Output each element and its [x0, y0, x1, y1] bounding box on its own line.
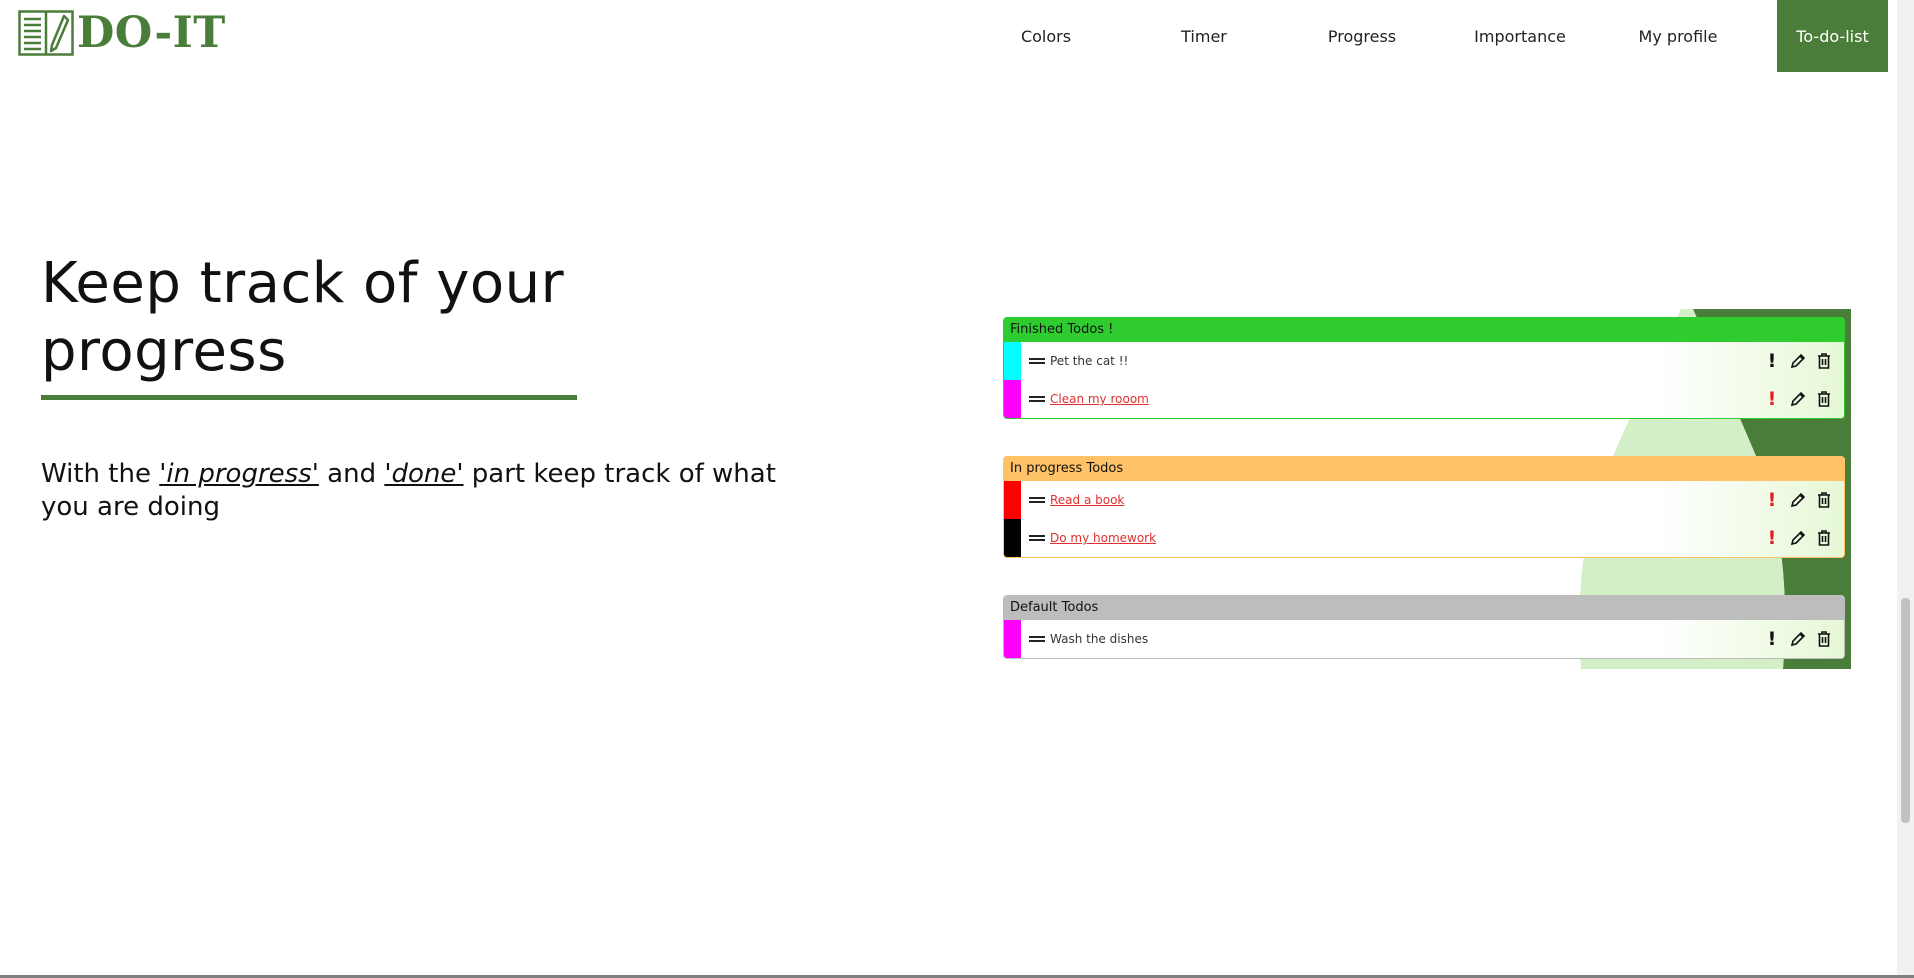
group-title: Finished Todos !	[1004, 318, 1844, 342]
trash-icon[interactable]	[1814, 629, 1834, 649]
group-title: In progress Todos	[1004, 457, 1844, 481]
trash-icon[interactable]	[1814, 528, 1834, 548]
drag-handle-icon[interactable]	[1029, 497, 1045, 503]
todo-text: Wash the dishes	[1050, 632, 1149, 646]
nav-my-profile[interactable]: My profile	[1599, 0, 1757, 72]
nav-importance[interactable]: Importance	[1441, 0, 1599, 72]
desc-in-progress: 'in progress'	[159, 459, 319, 489]
drag-handle-icon[interactable]	[1029, 636, 1045, 642]
trash-icon[interactable]	[1814, 351, 1834, 371]
logo[interactable]: DO-IT	[18, 10, 226, 56]
todo-text[interactable]: Read a book	[1050, 493, 1124, 507]
color-swatch	[1004, 620, 1021, 658]
todo-text: Pet the cat !!	[1050, 354, 1129, 368]
hero-description: With the 'in progress' and 'done' part k…	[41, 458, 781, 524]
color-swatch	[1004, 481, 1021, 519]
nav-timer[interactable]: Timer	[1125, 0, 1283, 72]
exclamation-icon[interactable]: !	[1762, 629, 1782, 649]
trash-icon[interactable]	[1814, 490, 1834, 510]
exclamation-icon[interactable]: !	[1762, 528, 1782, 548]
todo-item[interactable]: Do my homework !	[1004, 519, 1844, 557]
hero-title: Keep track of your progress	[41, 251, 565, 384]
todo-item[interactable]: Wash the dishes !	[1004, 620, 1844, 658]
desc-before: With the	[41, 459, 160, 489]
notebook-pencil-icon	[18, 10, 74, 56]
nav-progress[interactable]: Progress	[1283, 0, 1441, 72]
todo-item[interactable]: Clean my rooom !	[1004, 380, 1844, 418]
brand-name: DO-IT	[77, 8, 226, 58]
nav-to-do-list[interactable]: To-do-list	[1777, 0, 1888, 72]
exclamation-icon[interactable]: !	[1762, 351, 1782, 371]
color-swatch	[1004, 380, 1021, 418]
exclamation-icon[interactable]: !	[1762, 490, 1782, 510]
todo-illustration: Finished Todos ! Pet the cat !! ! Clean …	[1003, 309, 1851, 669]
default-todos-group: Default Todos Wash the dishes !	[1003, 595, 1845, 659]
pencil-icon[interactable]	[1788, 629, 1808, 649]
desc-done: 'done'	[384, 459, 464, 489]
todo-item[interactable]: Pet the cat !! !	[1004, 342, 1844, 380]
desc-mid: and	[318, 459, 385, 489]
pencil-icon[interactable]	[1788, 351, 1808, 371]
todo-text[interactable]: Do my homework	[1050, 531, 1156, 545]
todo-item[interactable]: Read a book !	[1004, 481, 1844, 519]
color-swatch	[1004, 342, 1021, 380]
nav-colors[interactable]: Colors	[967, 0, 1125, 72]
pencil-icon[interactable]	[1788, 490, 1808, 510]
exclamation-icon[interactable]: !	[1762, 389, 1782, 409]
trash-icon[interactable]	[1814, 389, 1834, 409]
group-title: Default Todos	[1004, 596, 1844, 620]
main-nav: Colors Timer Progress Importance My prof…	[967, 0, 1888, 72]
vertical-scrollbar[interactable]	[1897, 0, 1914, 978]
hero-underline	[41, 395, 577, 400]
pencil-icon[interactable]	[1788, 528, 1808, 548]
drag-handle-icon[interactable]	[1029, 535, 1045, 541]
drag-handle-icon[interactable]	[1029, 396, 1045, 402]
drag-handle-icon[interactable]	[1029, 358, 1045, 364]
color-swatch	[1004, 519, 1021, 557]
pencil-icon[interactable]	[1788, 389, 1808, 409]
finished-todos-group: Finished Todos ! Pet the cat !! ! Clean …	[1003, 317, 1845, 419]
todo-text[interactable]: Clean my rooom	[1050, 392, 1149, 406]
in-progress-todos-group: In progress Todos Read a book ! Do my ho…	[1003, 456, 1845, 558]
scrollbar-thumb[interactable]	[1901, 598, 1910, 823]
